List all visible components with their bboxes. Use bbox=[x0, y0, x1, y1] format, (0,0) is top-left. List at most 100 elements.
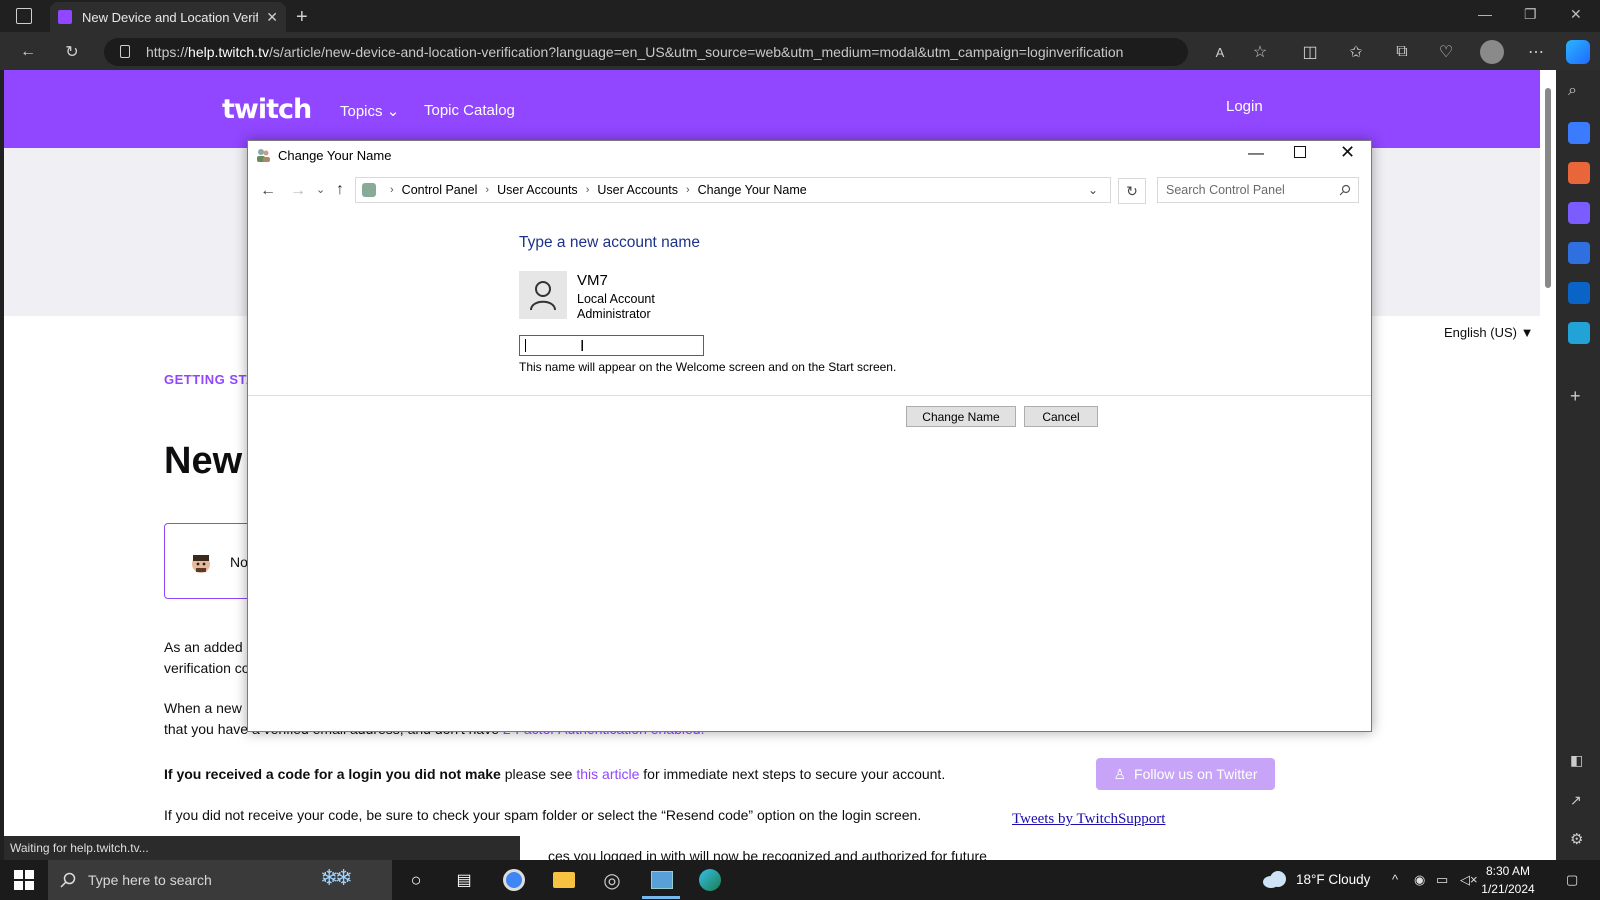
dialog-divider bbox=[248, 395, 1371, 396]
cp-back-icon[interactable]: ← bbox=[260, 182, 276, 200]
volume-muted-icon[interactable]: ◁× bbox=[1460, 872, 1478, 888]
cloud-weather-icon bbox=[1263, 871, 1286, 888]
cortana-icon[interactable]: ○ bbox=[402, 866, 430, 894]
para3-text-b: for immediate next steps to secure your … bbox=[639, 766, 946, 782]
cp-refresh-icon[interactable]: ↻ bbox=[1118, 178, 1146, 204]
breadcrumb-control-panel[interactable]: Control Panel bbox=[402, 183, 478, 197]
user-plus-icon: ♙ bbox=[1113, 765, 1127, 782]
account-type: Local Account bbox=[577, 292, 655, 306]
dialog-maximize-icon[interactable] bbox=[1294, 146, 1306, 158]
cp-up-icon[interactable]: ↑ bbox=[336, 181, 344, 199]
para3-text-a: please see bbox=[500, 766, 577, 782]
new-tab-icon[interactable]: + bbox=[296, 6, 308, 29]
meet-now-icon[interactable]: ◉ bbox=[1414, 872, 1425, 888]
cp-recent-icon[interactable]: ⌄ bbox=[316, 183, 325, 196]
active-app-indicator bbox=[642, 896, 680, 899]
browser-essentials-icon[interactable]: ♡ bbox=[1434, 40, 1458, 64]
back-icon[interactable]: ← bbox=[16, 40, 40, 64]
tray-chevron-icon[interactable]: ^ bbox=[1392, 872, 1398, 887]
favorites-icon[interactable]: ✩ bbox=[1344, 40, 1368, 64]
tab-close-icon[interactable]: ✕ bbox=[266, 9, 278, 26]
twitch-favicon-icon bbox=[58, 10, 72, 24]
nav-topics-label: Topics bbox=[340, 103, 383, 120]
control-panel-task-icon[interactable] bbox=[648, 866, 676, 894]
lock-icon[interactable] bbox=[120, 45, 130, 58]
task-view-icon[interactable]: ▤ bbox=[450, 866, 478, 894]
nav-topic-catalog[interactable]: Topic Catalog bbox=[424, 102, 515, 119]
user-accounts-icon bbox=[257, 149, 270, 162]
browser-close-icon[interactable]: ✕ bbox=[1570, 6, 1582, 23]
breadcrumb-user-accounts-2[interactable]: User Accounts bbox=[597, 183, 678, 197]
sidebar-tools-icon[interactable] bbox=[1568, 162, 1590, 184]
sidebar-settings-icon[interactable]: ⚙ bbox=[1570, 830, 1583, 848]
tab-actions-icon[interactable] bbox=[16, 8, 32, 24]
tweets-link[interactable]: Tweets by TwitchSupport bbox=[1012, 811, 1165, 828]
language-label: English (US) bbox=[1444, 325, 1517, 340]
sidebar-add-icon[interactable]: + bbox=[1570, 386, 1581, 407]
copilot-icon[interactable] bbox=[1566, 40, 1590, 64]
this-article-link[interactable]: this article bbox=[576, 766, 639, 782]
chevron-down-icon: ⌄ bbox=[386, 103, 400, 120]
settings-more-icon[interactable]: ⋯ bbox=[1524, 40, 1548, 64]
cp-forward-icon[interactable]: → bbox=[290, 182, 306, 200]
change-name-button[interactable]: Change Name bbox=[906, 406, 1016, 427]
clock-time[interactable]: 8:30 AM bbox=[1478, 864, 1538, 878]
file-explorer-icon[interactable] bbox=[550, 866, 578, 894]
network-icon[interactable]: ▭ bbox=[1436, 872, 1448, 888]
breadcrumb-user-accounts-1[interactable]: User Accounts bbox=[497, 183, 578, 197]
notifications-icon[interactable]: ▢ bbox=[1566, 872, 1578, 888]
tab-title: New Device and Location Verific bbox=[82, 9, 259, 25]
url-host: help.twitch.tv bbox=[188, 44, 269, 60]
sidebar-external-icon[interactable]: ↗ bbox=[1570, 792, 1582, 809]
address-dropdown-icon[interactable]: ⌄ bbox=[1088, 183, 1098, 197]
profile-avatar-icon[interactable] bbox=[1480, 40, 1504, 64]
twitch-logo[interactable]: twitch bbox=[222, 94, 312, 125]
sidebar-shopping-icon[interactable] bbox=[1568, 122, 1590, 144]
sidebar-search-icon[interactable]: ⌕ bbox=[1568, 82, 1590, 104]
collections-icon[interactable]: ⧉ bbox=[1390, 40, 1414, 64]
breadcrumb-sep-icon: › bbox=[485, 184, 490, 196]
nav-topics[interactable]: Topics ⌄ bbox=[340, 102, 399, 120]
weather-text[interactable]: 18°F Cloudy bbox=[1296, 872, 1370, 887]
clock-date[interactable]: 1/21/2024 bbox=[1478, 882, 1538, 896]
sidebar-games-icon[interactable] bbox=[1568, 202, 1590, 224]
breadcrumb-sep-icon: › bbox=[390, 184, 394, 196]
address-bar[interactable]: https://help.twitch.tv/s/article/new-dev… bbox=[104, 38, 1188, 66]
obs-icon[interactable]: ◎ bbox=[598, 866, 626, 894]
browser-minimize-icon[interactable]: — bbox=[1478, 6, 1492, 22]
windows-start-icon[interactable] bbox=[14, 870, 34, 890]
sidebar-hide-icon[interactable]: ◧ bbox=[1570, 752, 1583, 769]
breadcrumb-sep-icon: › bbox=[585, 184, 590, 196]
browser-tab[interactable]: New Device and Location Verific ✕ bbox=[50, 2, 286, 32]
login-link[interactable]: Login bbox=[1226, 98, 1263, 115]
breadcrumb-change-your-name[interactable]: Change Your Name bbox=[698, 183, 807, 197]
edge-sidebar bbox=[1556, 70, 1600, 860]
ibeam-cursor-icon: I bbox=[580, 338, 585, 355]
refresh-icon[interactable]: ↻ bbox=[60, 40, 84, 64]
sidebar-copilot-icon[interactable] bbox=[1568, 242, 1590, 264]
split-screen-icon[interactable]: ◫ bbox=[1298, 40, 1322, 64]
cancel-button[interactable]: Cancel bbox=[1024, 406, 1098, 427]
browser-restore-icon[interactable]: ❐ bbox=[1524, 6, 1537, 23]
dialog-minimize-icon[interactable]: — bbox=[1248, 145, 1264, 163]
article-title: New bbox=[164, 440, 243, 482]
caret-down-icon: ▼ bbox=[1520, 325, 1534, 340]
para3-bold: If you received a code for a login you d… bbox=[164, 766, 501, 782]
breadcrumb-icon bbox=[362, 183, 376, 197]
breadcrumb[interactable]: › Control Panel › User Accounts › User A… bbox=[355, 177, 1111, 203]
sidebar-send-icon[interactable] bbox=[1568, 322, 1590, 344]
language-select[interactable]: English (US) ▼ bbox=[1444, 325, 1533, 340]
chrome-icon[interactable] bbox=[500, 866, 528, 894]
para2-line1: When a new bbox=[164, 700, 242, 716]
scrollbar-thumb[interactable] bbox=[1545, 88, 1551, 288]
read-aloud-icon[interactable]: A bbox=[1208, 40, 1232, 64]
cp-search-input[interactable]: Search Control Panel bbox=[1157, 177, 1359, 203]
new-name-input[interactable] bbox=[519, 335, 704, 356]
snowflake-icon: ❄❄ bbox=[320, 865, 353, 890]
dialog-close-icon[interactable]: ✕ bbox=[1340, 142, 1355, 163]
follow-twitter-button[interactable]: ♙ Follow us on Twitter bbox=[1096, 758, 1275, 790]
favorite-star-icon[interactable]: ☆ bbox=[1248, 40, 1272, 64]
edge-icon[interactable] bbox=[696, 866, 724, 894]
section-label: GETTING STA bbox=[164, 372, 256, 387]
sidebar-outlook-icon[interactable] bbox=[1568, 282, 1590, 304]
